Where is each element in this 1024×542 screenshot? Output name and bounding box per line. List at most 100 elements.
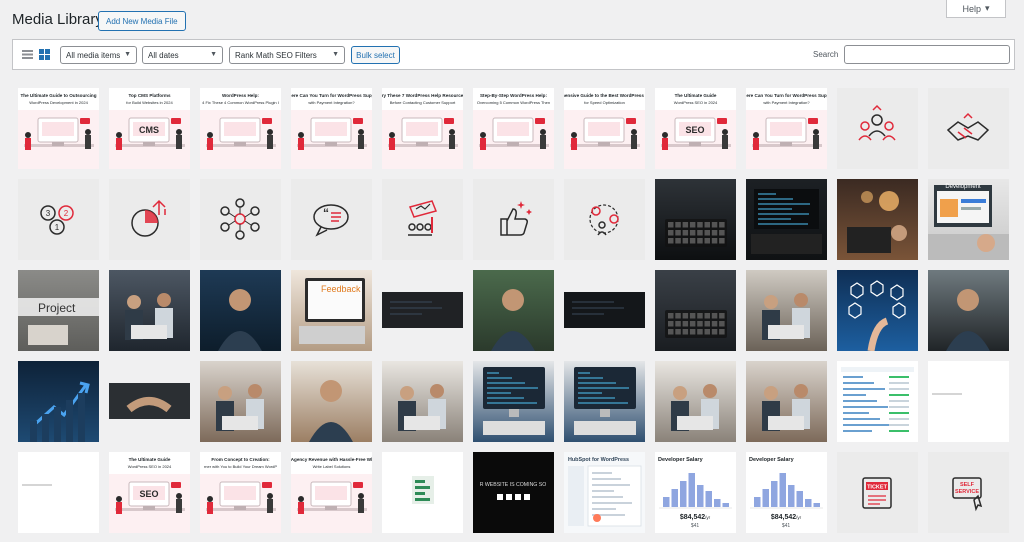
svg-text:1: 1 (55, 223, 60, 232)
svg-text:WordPress SEO in 2024: WordPress SEO in 2024 (674, 100, 718, 105)
handshake-photo[interactable] (109, 361, 190, 442)
blurred-code-photo[interactable] (382, 270, 463, 351)
banner-thumbnail-image: The Ultimate Guide WordPress SEO in 2024… (655, 88, 736, 169)
svg-text:CMS: CMS (139, 125, 159, 135)
team-group-photo-image (200, 361, 281, 442)
laptop-evening-photo[interactable] (837, 179, 918, 260)
thinking-man-photo-image (200, 270, 281, 351)
development-laptop-photo[interactable]: Development (928, 179, 1009, 260)
banner-thumbnail[interactable]: Try These 7 WordPress Help Resources Bef… (382, 88, 463, 169)
salary-chart-thumbnail[interactable]: Developer Salary $84,542/yr $41 (655, 452, 736, 533)
help-label: Help (962, 3, 981, 14)
team-group-photo[interactable] (200, 361, 281, 442)
monitor-code-photo[interactable] (473, 361, 554, 442)
numbered-bubbles-icon[interactable]: 3 21 (18, 179, 99, 260)
team-icon-image (837, 88, 918, 169)
salary-chart-thumbnail-image: Developer Salary $84,542/yr $41 (746, 452, 827, 533)
banner-thumbnail[interactable]: here Can You Turn for WordPress Supp wit… (291, 88, 372, 169)
blank-screenshot[interactable] (928, 361, 1009, 442)
banner-thumbnail[interactable]: The Ultimate Guide WordPress SEO in 2024… (655, 88, 736, 169)
banner-thumbnail-image: r Agency Revenue with Hassle-Free Whi Wr… (291, 452, 372, 533)
banner-thumbnail-image: The Ultimate Guide WordPress SEO in 2024… (109, 452, 190, 533)
laptop-typing-photo[interactable] (655, 270, 736, 351)
svg-text:HubSpot for WordPress: HubSpot for WordPress (568, 457, 629, 463)
hubspot-thumbnail-image: HubSpot for WordPress (564, 452, 645, 533)
coming-soon-thumbnail-image: R WEBSITE IS COMING SO (473, 452, 554, 533)
blank-screenshot-2[interactable] (18, 452, 99, 533)
banner-thumbnail[interactable]: WordPress Help: 4 Fix These 4 Common Wor… (200, 88, 281, 169)
thinking-man-photo[interactable] (200, 270, 281, 351)
quote-bubble-icon[interactable]: “ (291, 179, 372, 260)
svg-text:TICKET: TICKET (867, 485, 888, 491)
search-input[interactable] (844, 45, 1010, 64)
pie-growth-icon[interactable] (109, 179, 190, 260)
bulk-select-button[interactable]: Bulk select (351, 46, 400, 64)
list-view-icon[interactable] (21, 48, 34, 61)
banner-thumbnail[interactable]: Top CMS Platforms for Build Websites in … (109, 88, 190, 169)
code-screen-photo[interactable] (746, 179, 827, 260)
team-icon[interactable] (837, 88, 918, 169)
svg-text:WordPress Development in 2024: WordPress Development in 2024 (29, 100, 88, 105)
svg-text:Write Label Solutions: Write Label Solutions (313, 464, 351, 469)
banner-thumbnail[interactable]: r Agency Revenue with Hassle-Free Whi Wr… (291, 452, 372, 533)
blurred-code-photo-image (382, 270, 463, 351)
help-tab[interactable]: Help ▾ (946, 0, 1006, 18)
banner-thumbnail-image: here Can You Turn for WordPress Supp wit… (746, 88, 827, 169)
code-screen-photo-image (746, 179, 827, 260)
hand-network-photo-image (837, 270, 918, 351)
businessman-check-photo[interactable] (928, 270, 1009, 351)
monitor-code-photo-2-image (564, 361, 645, 442)
network-people-icon[interactable] (200, 179, 281, 260)
code-strip-photo[interactable] (564, 270, 645, 351)
banner-thumbnail[interactable]: ehensive Guide to the Best WordPress Pl … (564, 88, 645, 169)
monitor-code-photo-2[interactable] (564, 361, 645, 442)
banner-thumbnail[interactable]: From Concept to Creation: rner with You … (200, 452, 281, 533)
salary-chart-thumbnail[interactable]: Developer Salary $84,542/yr $41 (746, 452, 827, 533)
rank-math-filter[interactable]: Rank Math SEO Filters ▼ (229, 46, 345, 64)
blank-screenshot-2-image (18, 452, 99, 533)
banner-thumbnail[interactable]: The Ultimate Guide WordPress SEO in 2024… (109, 452, 190, 533)
team-laptop-photo-2[interactable] (655, 361, 736, 442)
salary-chart-thumbnail-image: Developer Salary $84,542/yr $41 (655, 452, 736, 533)
banner-thumbnail[interactable]: here Can You Turn for WordPress Supp wit… (746, 88, 827, 169)
grid-view-icon[interactable] (38, 48, 51, 61)
banner-thumbnail[interactable]: Step-By-Step WordPress Help: Overcoming … (473, 88, 554, 169)
thumbs-up-icon[interactable] (473, 179, 554, 260)
media-type-filter[interactable]: All media items ▼ (60, 46, 137, 64)
banner-thumbnail[interactable]: The Ultimate Guide to Outsourcing WordPr… (18, 88, 99, 169)
wp-table-screenshot[interactable] (837, 361, 918, 442)
keyboard-dark-photo[interactable] (655, 179, 736, 260)
graph-people-icon[interactable] (382, 179, 463, 260)
handshake-icon[interactable] (928, 88, 1009, 169)
svg-text:Step-By-Step WordPress Help:: Step-By-Step WordPress Help: (480, 93, 548, 98)
add-new-media-button[interactable]: Add New Media File (98, 11, 186, 31)
self-service-icon[interactable]: SELF SERVICE (928, 452, 1009, 533)
woman-office-photo[interactable] (291, 361, 372, 442)
hubspot-thumbnail[interactable]: HubSpot for WordPress (564, 452, 645, 533)
developer-glasses-photo[interactable] (473, 270, 554, 351)
gears-person-icon[interactable] (564, 179, 645, 260)
team-meeting-photo[interactable] (109, 270, 190, 351)
woman-office-photo-image (291, 361, 372, 442)
code-strip-photo-image (564, 270, 645, 351)
growth-arrow-photo[interactable] (18, 361, 99, 442)
coming-soon-thumbnail[interactable]: R WEBSITE IS COMING SO (473, 452, 554, 533)
green-bars-screenshot[interactable] (382, 452, 463, 533)
hand-network-photo[interactable] (837, 270, 918, 351)
svg-text:SEO: SEO (685, 125, 704, 135)
blank-screenshot-image (928, 361, 1009, 442)
feedback-laptop-photo[interactable]: Feedback (291, 270, 372, 351)
wp-table-screenshot-image (837, 361, 918, 442)
team-laptop-photo[interactable] (382, 361, 463, 442)
project-notebook-photo[interactable]: Project (18, 270, 99, 351)
svg-text:rner with You to Build Your Dr: rner with You to Build Your Dream WordP (204, 464, 277, 469)
feedback-laptop-photo-image: Feedback (291, 270, 372, 351)
team-group-photo-2[interactable] (746, 361, 827, 442)
office-desk-photo[interactable] (746, 270, 827, 351)
pie-growth-icon-image (109, 179, 190, 260)
search-label: Search (813, 50, 839, 59)
team-meeting-photo-image (109, 270, 190, 351)
ticket-icon[interactable]: TICKET (837, 452, 918, 533)
date-filter[interactable]: All dates ▼ (142, 46, 223, 64)
svg-text:for Speed Optimization: for Speed Optimization (584, 100, 625, 105)
